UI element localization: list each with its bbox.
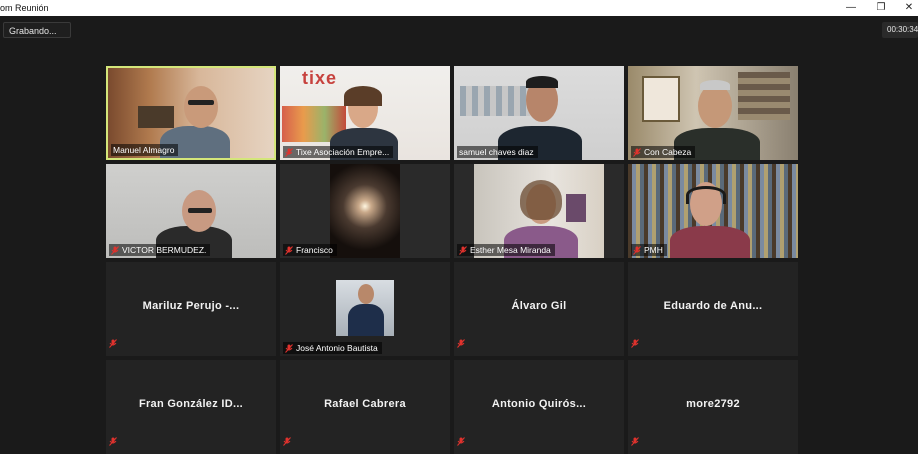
participant-name-label: José Antonio Bautista bbox=[296, 343, 378, 353]
muted-mic-icon bbox=[459, 245, 467, 255]
participant-name: José Antonio Bautista bbox=[283, 342, 382, 354]
muted-mic-icon bbox=[457, 433, 465, 451]
muted-mic-icon bbox=[457, 335, 465, 353]
muted-mic-icon bbox=[285, 343, 293, 353]
participant-name: PMH bbox=[631, 244, 667, 256]
video-tile[interactable]: samuel chaves diaz bbox=[454, 66, 624, 160]
close-icon[interactable]: ✕ bbox=[896, 0, 918, 16]
name-tile[interactable]: Eduardo de Anu... bbox=[628, 262, 798, 356]
muted-mic-icon bbox=[631, 335, 639, 353]
video-tile[interactable]: Francisco bbox=[280, 164, 450, 258]
participant-display-name: Álvaro Gil bbox=[511, 300, 567, 312]
participant-name: Tixe Asociación Empre... bbox=[283, 146, 394, 158]
muted-mic-icon bbox=[631, 433, 639, 451]
participant-display-name: Mariluz Perujo -... bbox=[142, 300, 240, 312]
participant-name-label: Con Cabeza bbox=[644, 147, 692, 157]
participant-display-name: Fran González ID... bbox=[138, 398, 244, 410]
video-tile[interactable]: José Antonio Bautista bbox=[280, 262, 450, 356]
participant-name: Esther Mesa Miranda bbox=[457, 244, 555, 256]
name-tile[interactable]: Antonio Quirós... bbox=[454, 360, 624, 454]
title-bar: om Reunión — ❐ ✕ bbox=[0, 0, 918, 16]
participant-name: Francisco bbox=[283, 244, 337, 256]
participant-name-label: Francisco bbox=[296, 245, 333, 255]
muted-mic-icon bbox=[109, 433, 117, 451]
participant-display-name: more2792 bbox=[686, 398, 740, 410]
video-tile[interactable]: Manuel Almagro bbox=[106, 66, 276, 160]
name-tile[interactable]: Mariluz Perujo -... bbox=[106, 262, 276, 356]
participant-name: samuel chaves diaz bbox=[457, 146, 538, 158]
meeting-timer: 00:30:34 bbox=[882, 22, 918, 38]
participant-display-name: Eduardo de Anu... bbox=[663, 300, 763, 312]
video-tile[interactable]: Esther Mesa Miranda bbox=[454, 164, 624, 258]
name-tile[interactable]: more2792 bbox=[628, 360, 798, 454]
logo: tixe bbox=[302, 68, 338, 88]
participant-display-name: Antonio Quirós... bbox=[491, 398, 587, 410]
video-tile[interactable]: VICTOR BERMUDEZ. bbox=[106, 164, 276, 258]
video-tile[interactable]: Con Cabeza bbox=[628, 66, 798, 160]
name-tile[interactable]: Rafael Cabrera bbox=[280, 360, 450, 454]
minimize-icon[interactable]: — bbox=[838, 0, 864, 16]
participant-name-label: samuel chaves diaz bbox=[459, 147, 534, 157]
muted-mic-icon bbox=[283, 433, 291, 451]
participant-name-label: Manuel Almagro bbox=[113, 145, 175, 155]
window-title: om Reunión bbox=[0, 3, 49, 13]
gallery-grid: Manuel Almagro tixe Tixe Asociación Empr… bbox=[106, 66, 798, 454]
muted-mic-icon bbox=[633, 147, 641, 157]
muted-mic-icon bbox=[633, 245, 641, 255]
participant-name: Manuel Almagro bbox=[111, 144, 179, 156]
video-tile[interactable]: PMH bbox=[628, 164, 798, 258]
name-tile[interactable]: Álvaro Gil bbox=[454, 262, 624, 356]
participant-name-label: Tixe Asociación Empre... bbox=[296, 147, 390, 157]
muted-mic-icon bbox=[285, 147, 293, 157]
participant-name-label: PMH bbox=[644, 245, 663, 255]
restore-icon[interactable]: ❐ bbox=[868, 0, 894, 16]
recording-indicator[interactable]: Grabando... bbox=[3, 22, 71, 38]
muted-mic-icon bbox=[111, 245, 119, 255]
participant-name: VICTOR BERMUDEZ. bbox=[109, 244, 211, 256]
participant-name-label: Esther Mesa Miranda bbox=[470, 245, 551, 255]
video-tile[interactable]: tixe Tixe Asociación Empre... bbox=[280, 66, 450, 160]
participant-name-label: VICTOR BERMUDEZ. bbox=[122, 245, 207, 255]
name-tile[interactable]: Fran González ID... bbox=[106, 360, 276, 454]
muted-mic-icon bbox=[285, 245, 293, 255]
participant-display-name: Rafael Cabrera bbox=[324, 398, 406, 410]
muted-mic-icon bbox=[109, 335, 117, 353]
participant-name: Con Cabeza bbox=[631, 146, 696, 158]
